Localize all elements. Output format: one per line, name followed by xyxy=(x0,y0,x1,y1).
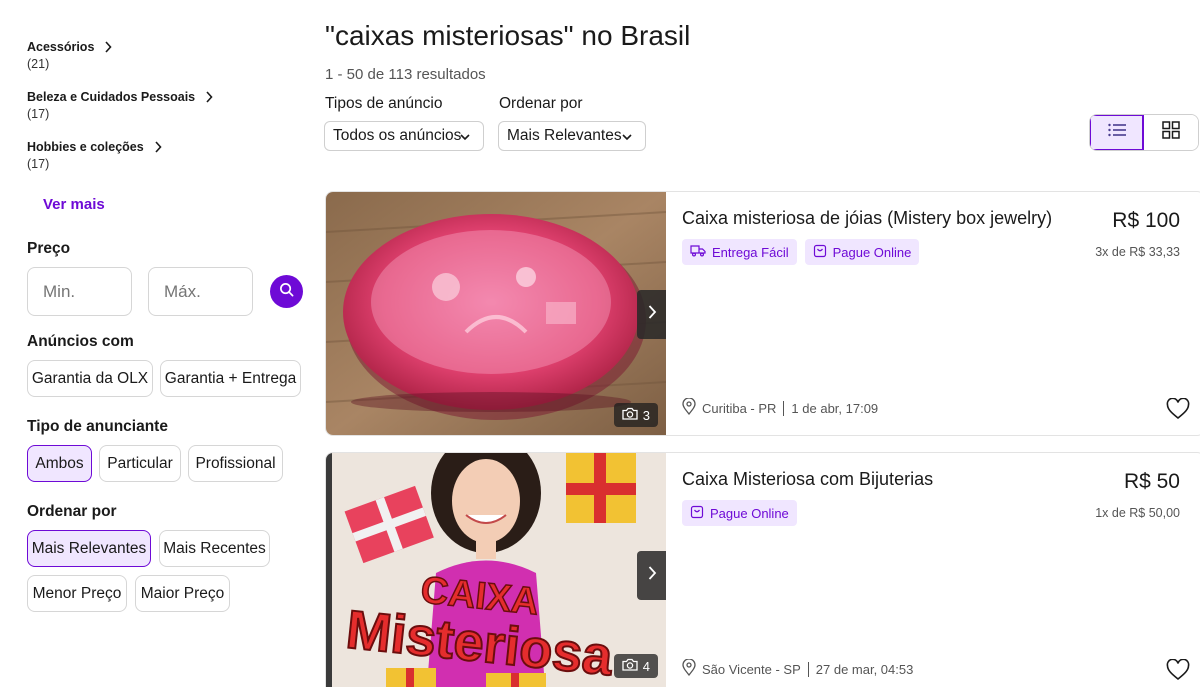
listing-image[interactable]: CAIXA Misteriosa 4 xyxy=(326,453,666,687)
tag-label: Pague Online xyxy=(710,505,789,521)
category-item-hobbies[interactable]: Hobbies e coleções (17) xyxy=(27,140,162,171)
listing-date: 27 de mar, 04:53 xyxy=(815,661,914,677)
category-item-beleza[interactable]: Beleza e Cuidados Pessoais (17) xyxy=(27,90,213,121)
grid-icon xyxy=(1162,121,1180,144)
next-photo-button[interactable] xyxy=(637,551,666,600)
jewelry-box-photo xyxy=(326,192,666,435)
favorite-button[interactable] xyxy=(1166,658,1190,686)
listing-date: 1 de abr, 17:09 xyxy=(791,400,879,416)
favorite-button[interactable] xyxy=(1166,397,1190,425)
mystery-box-photo: CAIXA Misteriosa xyxy=(326,453,666,687)
tipo-anunciante-title: Tipo de anunciante xyxy=(27,418,168,435)
camera-icon xyxy=(622,407,638,423)
truck-icon xyxy=(690,244,706,260)
next-photo-button[interactable] xyxy=(637,290,666,339)
ver-mais-link[interactable]: Ver mais xyxy=(43,196,105,213)
location-pin-icon xyxy=(682,658,696,679)
tag-pague-online: Pague Online xyxy=(804,239,920,265)
divider xyxy=(807,661,809,677)
listing-title[interactable]: Caixa misteriosa de jóias (Mistery box j… xyxy=(682,208,1052,229)
tag-entrega-facil: Entrega Fácil xyxy=(682,239,797,265)
listing-location-date: São Vicente - SP 27 de mar, 04:53 xyxy=(682,658,914,679)
heart-icon xyxy=(1166,397,1190,424)
chevron-right-icon xyxy=(647,565,657,586)
filter-garantia-olx[interactable]: Garantia da OLX xyxy=(27,360,153,397)
sort-mais-recentes[interactable]: Mais Recentes xyxy=(159,530,270,567)
filters-sidebar: Acessórios (21) Beleza e Cuidados Pessoa… xyxy=(0,0,310,687)
chevron-right-icon xyxy=(647,304,657,325)
listing-price: R$ 100 xyxy=(1112,209,1180,232)
ordenar-section-title: Ordenar por xyxy=(27,503,117,520)
photo-count: 3 xyxy=(642,407,650,423)
photo-count: 4 xyxy=(642,658,650,674)
bag-icon xyxy=(813,244,827,261)
sort-maior-preco[interactable]: Maior Preço xyxy=(135,575,230,612)
chevron-down-icon xyxy=(459,130,471,148)
grid-view-button[interactable] xyxy=(1144,115,1198,150)
sort-mais-relevantes[interactable]: Mais Relevantes xyxy=(27,530,151,567)
tag-label: Pague Online xyxy=(832,244,912,260)
listing-tags: Pague Online xyxy=(682,500,797,526)
bag-icon xyxy=(690,505,704,522)
tag-pague-online: Pague Online xyxy=(682,500,797,526)
list-view-button[interactable] xyxy=(1090,115,1145,150)
ordenar-select[interactable]: Mais Relevantes xyxy=(498,121,646,151)
filter-profissional[interactable]: Profissional xyxy=(188,445,283,482)
anuncios-com-title: Anúncios com xyxy=(27,333,134,350)
ordenar-value: Mais Relevantes xyxy=(507,127,622,144)
tag-label: Entrega Fácil xyxy=(712,244,789,260)
listing-installments: 3x de R$ 33,33 xyxy=(1095,245,1180,259)
price-max-input[interactable] xyxy=(148,267,253,316)
price-search-button[interactable] xyxy=(270,275,303,308)
page-title: "caixas misteriosas" no Brasil xyxy=(325,20,691,51)
category-name: Acessórios xyxy=(27,40,95,54)
filter-garantia-entrega[interactable]: Garantia + Entrega xyxy=(160,360,301,397)
list-icon xyxy=(1107,123,1126,142)
divider xyxy=(783,400,785,416)
photo-count-badge: 3 xyxy=(613,403,658,427)
ordenar-label: Ordenar por xyxy=(499,95,583,112)
filter-particular[interactable]: Particular xyxy=(99,445,181,482)
price-min-input[interactable] xyxy=(27,267,132,316)
sort-menor-preco[interactable]: Menor Preço xyxy=(27,575,127,612)
chevron-right-icon xyxy=(205,91,213,103)
category-count: (17) xyxy=(27,107,50,121)
listing-location: São Vicente - SP xyxy=(702,661,801,677)
listing-title[interactable]: Caixa Misteriosa com Bijuterias xyxy=(682,469,933,490)
listing-tags: Entrega Fácil Pague Online xyxy=(682,239,920,265)
category-name: Hobbies e coleções xyxy=(27,140,144,154)
tipos-anuncio-value: Todos os anúncios xyxy=(333,127,462,144)
camera-icon xyxy=(622,658,638,674)
heart-icon xyxy=(1166,658,1190,685)
listing-price: R$ 50 xyxy=(1123,470,1180,493)
category-name: Beleza e Cuidados Pessoais xyxy=(27,90,196,104)
chevron-right-icon xyxy=(154,141,162,153)
chevron-right-icon xyxy=(104,41,112,53)
filter-ambos[interactable]: Ambos xyxy=(27,445,92,482)
price-section-title: Preço xyxy=(27,240,71,257)
photo-count-badge: 4 xyxy=(613,654,658,678)
view-mode-toggle xyxy=(1089,114,1199,151)
listing-location-date: Curitiba - PR 1 de abr, 17:09 xyxy=(682,397,879,418)
chevron-down-icon xyxy=(621,130,633,148)
category-count: (17) xyxy=(27,157,50,171)
location-pin-icon xyxy=(682,397,696,418)
tipos-anuncio-label: Tipos de anúncio xyxy=(325,95,443,112)
results-count: 1 - 50 de 113 resultados xyxy=(325,66,486,83)
listing-image[interactable]: 3 xyxy=(326,192,666,435)
listing-card[interactable]: CAIXA Misteriosa 4 Caixa Misteriosa com … xyxy=(325,452,1200,687)
listing-installments: 1x de R$ 50,00 xyxy=(1095,506,1180,520)
search-icon xyxy=(279,282,294,302)
listing-card[interactable]: 3 Caixa misteriosa de jóias (Mistery box… xyxy=(325,191,1200,436)
category-item-acessorios[interactable]: Acessórios (21) xyxy=(27,40,112,71)
category-count: (21) xyxy=(27,57,50,71)
tipos-anuncio-select[interactable]: Todos os anúncios xyxy=(324,121,484,151)
listing-location: Curitiba - PR xyxy=(702,400,777,416)
